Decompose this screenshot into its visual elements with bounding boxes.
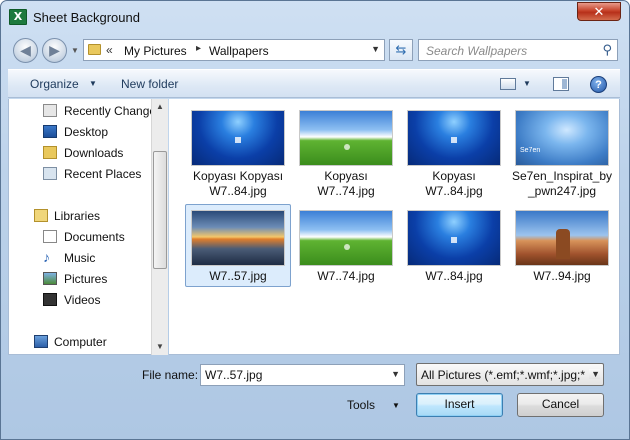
nav-item-music[interactable]: ♪ Music	[9, 248, 154, 268]
file-list[interactable]: Kopyası Kopyası W7..84.jpg Kopyası W7..74.…	[169, 99, 620, 355]
wallpaper-thumbnail	[299, 210, 393, 266]
file-name-label: W7..57.jpg	[209, 269, 267, 283]
file-name-label: Kopyası Kopyası W7..84.jpg	[192, 169, 284, 198]
file-type-dropdown-icon[interactable]: ▼	[589, 369, 600, 379]
recent-locations-dropdown-icon[interactable]: ▼	[71, 46, 79, 55]
forward-button[interactable]: ▶	[42, 38, 67, 63]
file-name-label: Kopyası W7..74.jpg	[317, 169, 375, 198]
scroll-down-icon[interactable]: ▼	[152, 339, 168, 355]
breadcrumb-wallpapers[interactable]: Wallpapers	[209, 44, 269, 58]
nav-item-recently-changed[interactable]: Recently Changed	[9, 101, 163, 121]
scrollbar-thumb[interactable]	[153, 151, 167, 269]
videos-icon	[43, 293, 57, 306]
breadcrumb-my-pictures[interactable]: My Pictures	[124, 44, 187, 58]
nav-item-label: Recent Places	[64, 167, 142, 181]
file-name-dropdown-icon[interactable]: ▼	[391, 369, 400, 379]
refresh-button[interactable]: ⇆	[389, 39, 413, 61]
nav-item-desktop[interactable]: Desktop	[9, 122, 154, 142]
file-item[interactable]: Se7en Se7en_Inspirat_by _pwn247.jpg	[509, 104, 615, 198]
tools-button[interactable]: Tools	[347, 398, 375, 412]
close-button[interactable]: ✕	[577, 2, 621, 21]
nav-item-videos[interactable]: Videos	[9, 290, 154, 310]
dialog-window: X Sheet Background ✕ ◀ ▶ ▼ « My Pictures…	[0, 0, 630, 440]
nav-item-label: Downloads	[64, 146, 124, 160]
address-dropdown-icon[interactable]: ▼	[371, 44, 380, 54]
address-bar[interactable]: « My Pictures ▸ Wallpapers ▼	[83, 39, 385, 61]
title-bar[interactable]: X Sheet Background ✕	[1, 1, 629, 33]
search-box[interactable]: Search Wallpapers ⚲	[418, 39, 618, 61]
pictures-icon	[43, 272, 57, 285]
music-icon: ♪	[43, 249, 50, 265]
nav-item-label: Recently Changed	[64, 104, 163, 118]
file-item[interactable]: W7..74.jpg	[293, 204, 399, 292]
wallpaper-thumbnail	[407, 210, 501, 266]
search-input[interactable]: Search Wallpapers	[426, 44, 527, 58]
preview-pane-icon[interactable]	[553, 77, 569, 91]
recent-places-icon	[43, 167, 57, 180]
wallpaper-thumbnail: Se7en	[515, 110, 609, 166]
nav-item-recent-places[interactable]: Recent Places	[9, 164, 154, 184]
wallpaper-thumbnail	[299, 110, 393, 166]
nav-item-documents[interactable]: Documents	[9, 227, 154, 247]
desktop-icon	[43, 125, 57, 138]
help-icon[interactable]: ?	[590, 76, 607, 93]
file-type-value[interactable]: All Pictures (*.emf;*.wmf;*.jpg;*	[421, 368, 591, 382]
file-name-field[interactable]: W7..57.jpg ▼	[200, 364, 405, 386]
file-name-label: Se7en_Inspirat_by _pwn247.jpg	[511, 169, 613, 198]
recent-icon	[43, 104, 57, 117]
libraries-icon	[34, 209, 48, 222]
file-name-label: W7..74.jpg	[317, 269, 375, 283]
file-item[interactable]: Kopyası W7..84.jpg	[401, 104, 507, 198]
file-name-value[interactable]: W7..57.jpg	[205, 368, 262, 382]
file-name-label: Kopyası W7..84.jpg	[425, 169, 483, 198]
file-name-label: W7..84.jpg	[425, 269, 483, 283]
organize-button[interactable]: Organize	[30, 77, 79, 91]
computer-icon	[34, 335, 48, 348]
nav-item-label: Videos	[64, 293, 101, 307]
scroll-up-icon[interactable]: ▲	[152, 99, 168, 115]
nav-item-pictures[interactable]: Pictures	[9, 269, 154, 289]
command-toolbar: Organize ▼ New folder ▼ ?	[8, 69, 620, 98]
downloads-icon	[43, 146, 57, 159]
nav-item-label: Documents	[64, 230, 125, 244]
dialog-title: Sheet Background	[33, 10, 140, 25]
file-item[interactable]: Kopyası Kopyası W7..84.jpg	[185, 104, 291, 198]
file-type-select[interactable]: All Pictures (*.emf;*.wmf;*.jpg;* ▼	[416, 363, 604, 386]
organize-dropdown-icon[interactable]: ▼	[89, 79, 97, 88]
change-view-icon[interactable]	[500, 78, 516, 90]
documents-icon	[43, 230, 57, 243]
back-button[interactable]: ◀	[13, 38, 38, 63]
view-options-dropdown-icon[interactable]: ▼	[523, 79, 531, 88]
nav-item-label: Music	[64, 251, 96, 265]
wallpaper-thumbnail	[191, 110, 285, 166]
file-name-label: File name:	[142, 368, 199, 382]
new-folder-button[interactable]: New folder	[121, 77, 178, 91]
file-item-selected[interactable]: W7..57.jpg	[185, 204, 291, 287]
nav-item-label: Pictures	[64, 272, 108, 286]
nav-item-libraries[interactable]: Libraries	[9, 206, 154, 226]
file-item[interactable]: W7..84.jpg	[401, 204, 507, 292]
navigation-pane[interactable]: Recently Changed Desktop Downloads Recen…	[8, 99, 168, 355]
nav-item-label: Desktop	[64, 125, 109, 139]
nav-item-label: Libraries	[54, 209, 101, 223]
breadcrumb-separator-icon[interactable]: ▸	[196, 43, 201, 54]
file-item[interactable]: W7..94.jpg	[509, 204, 615, 292]
nav-item-downloads[interactable]: Downloads	[9, 143, 154, 163]
tools-dropdown-icon[interactable]: ▼	[392, 401, 400, 410]
wallpaper-thumbnail	[515, 210, 609, 266]
search-icon[interactable]: ⚲	[602, 42, 612, 58]
file-name-label: W7..94.jpg	[533, 269, 591, 283]
wallpaper-thumbnail	[407, 110, 501, 166]
insert-button[interactable]: Insert	[416, 393, 503, 417]
cancel-button[interactable]: Cancel	[517, 393, 604, 417]
excel-app-icon: X	[9, 9, 27, 25]
file-item[interactable]: Kopyası W7..74.jpg	[293, 104, 399, 198]
nav-pane-scrollbar[interactable]: ▲ ▼	[151, 99, 168, 355]
wallpaper-thumbnail	[191, 210, 285, 266]
nav-item-computer[interactable]: Computer	[9, 332, 154, 352]
breadcrumb-overflow-icon[interactable]: «	[106, 43, 113, 57]
folder-icon	[88, 44, 101, 55]
nav-item-label: Computer	[54, 335, 107, 349]
